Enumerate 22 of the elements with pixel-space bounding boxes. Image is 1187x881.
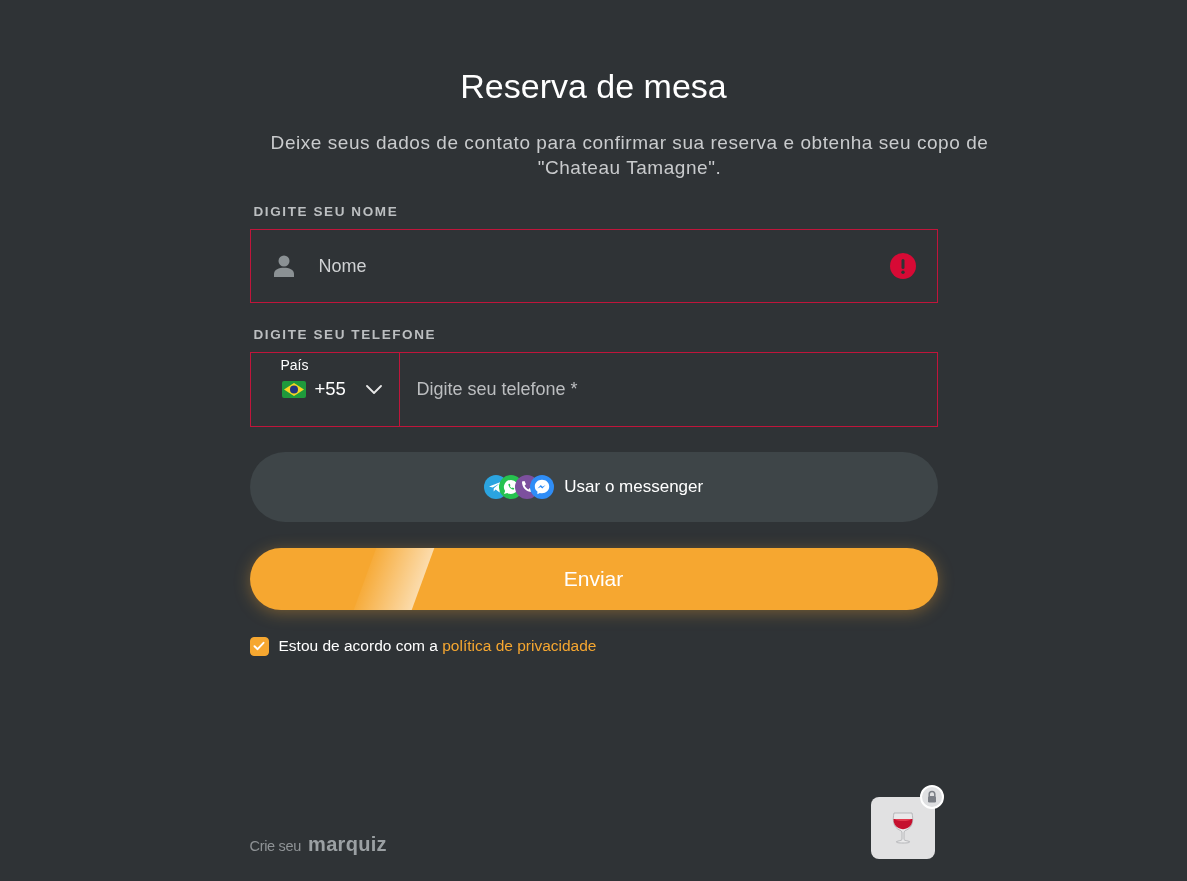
checkmark-icon [253,641,265,651]
flag-icon [281,380,306,398]
chat-bolt-icon [530,475,555,499]
person-icon [273,255,294,277]
country-select[interactable]: País +55 [250,353,400,426]
wine-glass-button[interactable] [871,797,935,859]
page-subtitle: Deixe seus dados de contato para confirmar sua reserva e obtenha seu copo de "Chateau Tamagne". [269,131,990,180]
wine-glass-icon [891,812,915,844]
field-label: DIGITE SEU NOME [252,203,399,221]
messenger-button[interactable]: Usar o messenger [249,452,938,522]
page-title: Reserva de mesa [459,66,728,107]
name-input[interactable]: Nome [318,251,890,281]
consent-checkbox[interactable] [249,636,269,656]
privacy-policy-link[interactable]: política de privacidade [442,637,597,654]
error-icon [889,253,916,279]
phone-field[interactable]: País +55 Digite seu telefone * [249,352,938,427]
consent-text: Estou de acordo com a política de privacidade [278,636,597,656]
footer-link[interactable]: Crie seu marquiz [249,832,387,858]
phone-input[interactable]: Digite seu telefone * [399,353,937,426]
chevron-down-icon [365,384,382,394]
name-field[interactable]: Nome [249,229,938,303]
field-label: DIGITE SEU TELEFONE [252,326,437,344]
